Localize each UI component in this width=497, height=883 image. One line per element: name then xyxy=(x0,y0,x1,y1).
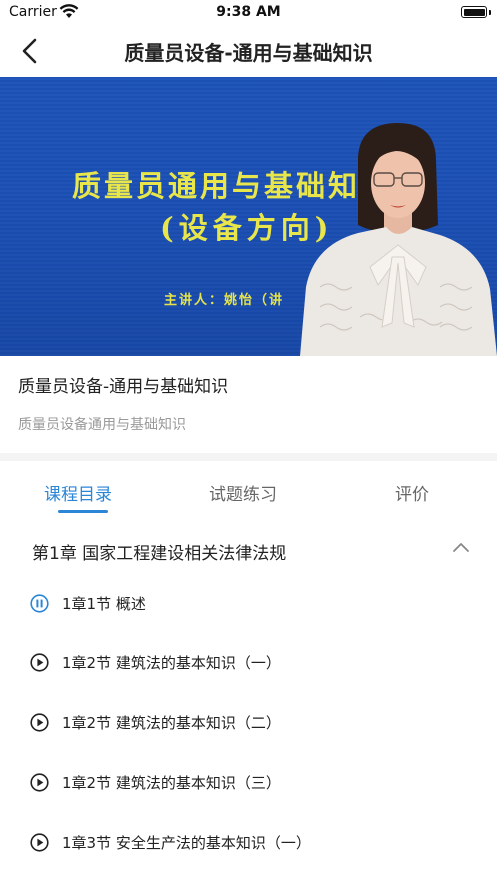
section-divider xyxy=(0,453,497,461)
lesson-label: 1章3节 安全生产法的基本知识（一） xyxy=(62,834,311,852)
page-title: 质量员设备-通用与基础知识 xyxy=(124,41,373,65)
chapter-title[interactable]: 第1章 国家工程建设相关法律法规 xyxy=(32,539,286,564)
clock: 9:38 AM xyxy=(216,4,281,20)
tab-catalog[interactable]: 课程目录 xyxy=(44,480,112,505)
chevron-up-icon[interactable] xyxy=(452,540,470,554)
presenter-image xyxy=(300,123,497,356)
active-tab-indicator xyxy=(58,510,108,513)
video-player[interactable]: 质量员通用与基础知 (设备方向) 主讲人：姚怡（讲 xyxy=(0,77,497,356)
navigation-bar: 质量员设备-通用与基础知识 xyxy=(0,26,497,76)
lesson-label: 1章1节 概述 xyxy=(62,595,146,613)
lesson-label: 1章2节 建筑法的基本知识（一） xyxy=(62,654,281,672)
pause-circle-icon xyxy=(30,594,49,613)
play-circle-icon xyxy=(30,713,49,732)
battery-cap xyxy=(489,10,491,15)
slide-lecturer: 主讲人：姚怡（讲 xyxy=(164,293,285,308)
lesson-item[interactable]: 1章3节 安全生产法的基本知识（一） xyxy=(0,823,497,863)
lesson-item[interactable]: 1章1节 概述 xyxy=(0,584,497,624)
status-bar: Carrier 9:38 AM xyxy=(0,0,497,26)
play-circle-icon xyxy=(30,653,49,672)
tab-exercises[interactable]: 试题练习 xyxy=(209,480,277,505)
lesson-label: 1章2节 建筑法的基本知识（二） xyxy=(62,714,281,732)
course-title: 质量员设备-通用与基础知识 xyxy=(18,377,229,397)
tab-bar: 课程目录 试题练习 评价 xyxy=(0,461,497,517)
battery-icon xyxy=(461,6,487,18)
lesson-item[interactable]: 1章2节 建筑法的基本知识（二） xyxy=(0,703,497,743)
lesson-item[interactable]: 1章2节 建筑法的基本知识（三） xyxy=(0,763,497,803)
tab-reviews[interactable]: 评价 xyxy=(395,480,429,505)
lesson-label: 1章2节 建筑法的基本知识（三） xyxy=(62,774,281,792)
play-circle-icon xyxy=(30,833,49,852)
play-circle-icon xyxy=(30,773,49,792)
lesson-item[interactable]: 1章2节 建筑法的基本知识（一） xyxy=(0,643,497,683)
course-subtitle: 质量员设备通用与基础知识 xyxy=(18,417,186,433)
